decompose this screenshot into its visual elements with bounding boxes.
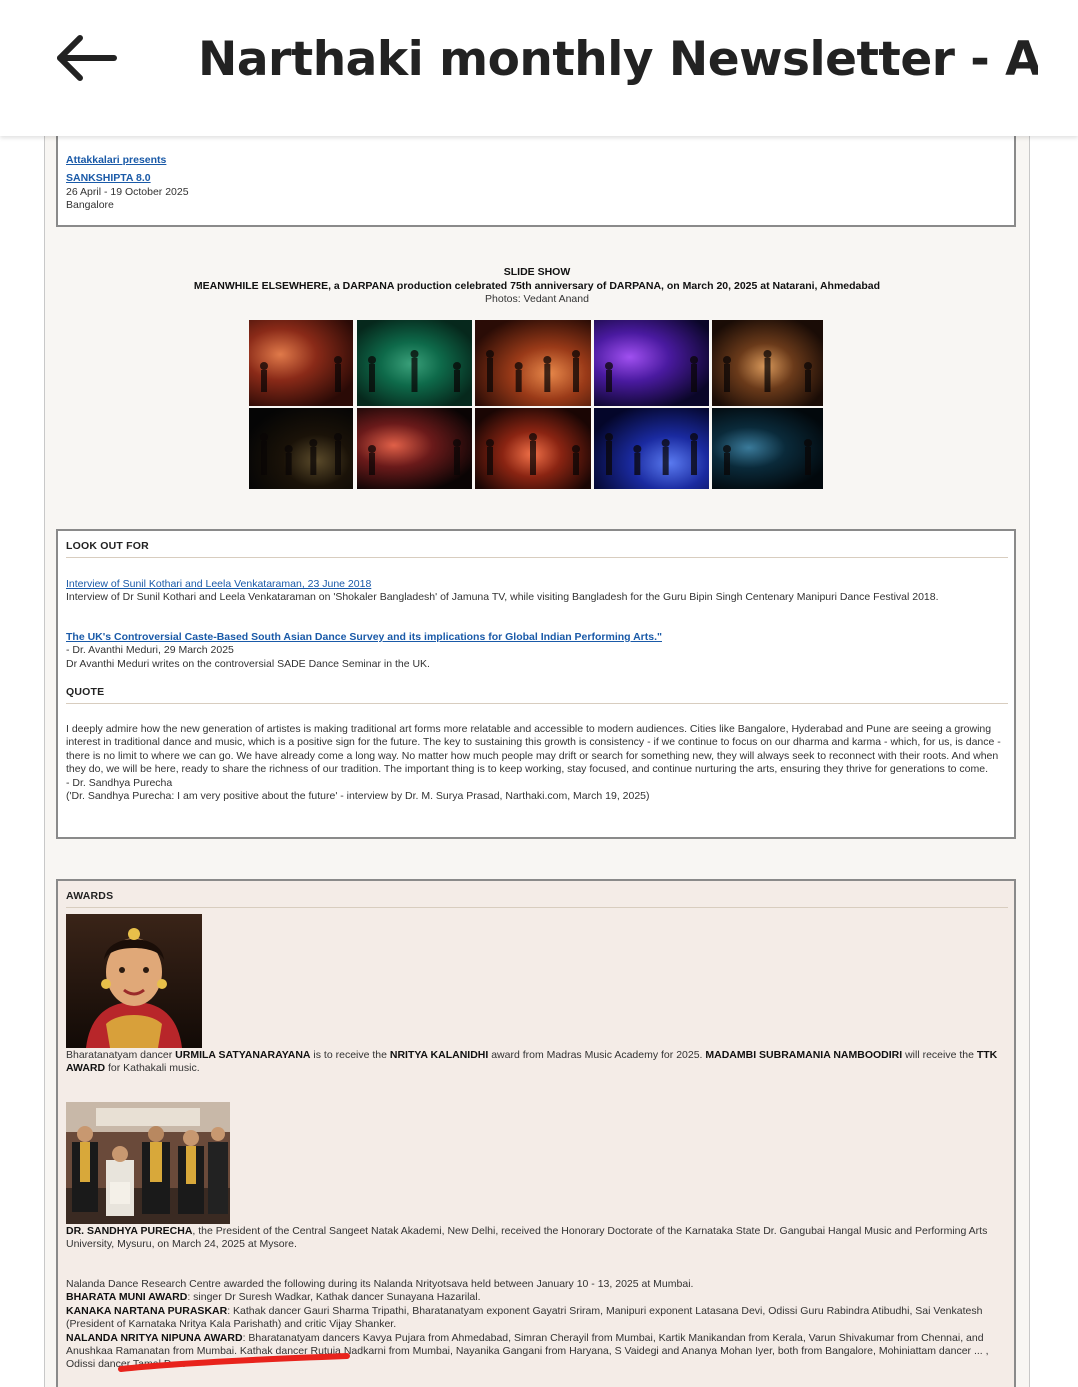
awards-heading: AWARDS <box>66 890 114 902</box>
look-out-box: LOOK OUT FOR Interview of Sunil Kothari … <box>56 529 1016 839</box>
divider <box>66 703 1008 704</box>
quote-author: - Dr. Sandhya Purecha <box>66 776 173 789</box>
slideshow-heading: SLIDE SHOW <box>503 266 571 278</box>
back-button[interactable] <box>52 30 122 86</box>
slideshow-photo[interactable] <box>475 408 591 489</box>
slideshow-photo[interactable] <box>594 408 709 489</box>
event-presenter-link[interactable]: Attakkalari presents <box>66 154 166 166</box>
quote-source: ('Dr. Sandhya Purecha: I am very positiv… <box>66 790 650 803</box>
award-urmila-text: Bharatanatyam dancer URMILA SATYANARAYAN… <box>66 1049 998 1075</box>
award-purecha-text: DR. SANDHYA PURECHA, the President of th… <box>66 1225 988 1251</box>
event-box: Attakkalari presents SANKSHIPTA 8.0 26 A… <box>56 136 1016 227</box>
photo-gallery <box>249 320 823 489</box>
quote-block: I deeply admire how the new generation o… <box>66 723 1008 803</box>
event-name-link[interactable]: SANKSHIPTA 8.0 <box>66 172 151 184</box>
slideshow-photo[interactable] <box>249 408 353 489</box>
awards-box: AWARDS Bharatanatyam dancer URMILA SATYA… <box>56 879 1016 1387</box>
slideshow-caption: SLIDE SHOW MEANWHILE ELSEWHERE, a DARPAN… <box>45 266 1029 307</box>
interview-description: Interview of Dr Sunil Kothari and Leela … <box>66 591 939 604</box>
survey-byline: - Dr. Avanthi Meduri, 29 March 2025 <box>66 644 234 657</box>
event-listing: Attakkalari presents SANKSHIPTA 8.0 26 A… <box>66 150 189 213</box>
interview-link[interactable]: Interview of Sunil Kothari and Leela Ven… <box>66 578 371 590</box>
newsletter-content: Attakkalari presents SANKSHIPTA 8.0 26 A… <box>44 136 1030 1387</box>
app-bar: Narthaki monthly Newsletter - Ap... <box>0 0 1078 136</box>
look-out-item: The UK's Controversial Caste-Based South… <box>66 631 1008 671</box>
slideshow-photo[interactable] <box>475 320 591 406</box>
survey-article-link[interactable]: The UK's Controversial Caste-Based South… <box>66 631 662 643</box>
slideshow-photo[interactable] <box>712 408 823 489</box>
slideshow-photo[interactable] <box>594 320 709 406</box>
slideshow-title: MEANWHILE ELSEWHERE, a DARPANA productio… <box>193 279 881 292</box>
slideshow-photo[interactable] <box>357 408 472 489</box>
quote-heading: QUOTE <box>66 686 105 698</box>
event-dates: 26 April - 19 October 2025 <box>66 186 189 198</box>
arrow-left-icon <box>57 35 117 81</box>
page-title: Narthaki monthly Newsletter - Ap... <box>198 32 1038 87</box>
nalanda-awards-text: Nalanda Dance Research Centre awarded th… <box>66 1278 989 1371</box>
slideshow-photo[interactable] <box>712 320 823 406</box>
slideshow-credit: Photos: Vedant Anand <box>485 293 589 305</box>
event-city: Bangalore <box>66 199 114 212</box>
honorary-doctorate-photo[interactable] <box>66 1102 230 1224</box>
look-out-heading: LOOK OUT FOR <box>66 540 149 552</box>
quote-body: I deeply admire how the new generation o… <box>66 723 1001 776</box>
divider <box>66 907 1008 908</box>
survey-description: Dr Avanthi Meduri writes on the controve… <box>66 657 430 670</box>
urmila-portrait-photo[interactable] <box>66 914 202 1048</box>
slideshow-photo[interactable] <box>249 320 353 406</box>
look-out-item: Interview of Sunil Kothari and Leela Ven… <box>66 578 1008 605</box>
slideshow-photo[interactable] <box>357 320 472 406</box>
divider <box>66 557 1008 558</box>
